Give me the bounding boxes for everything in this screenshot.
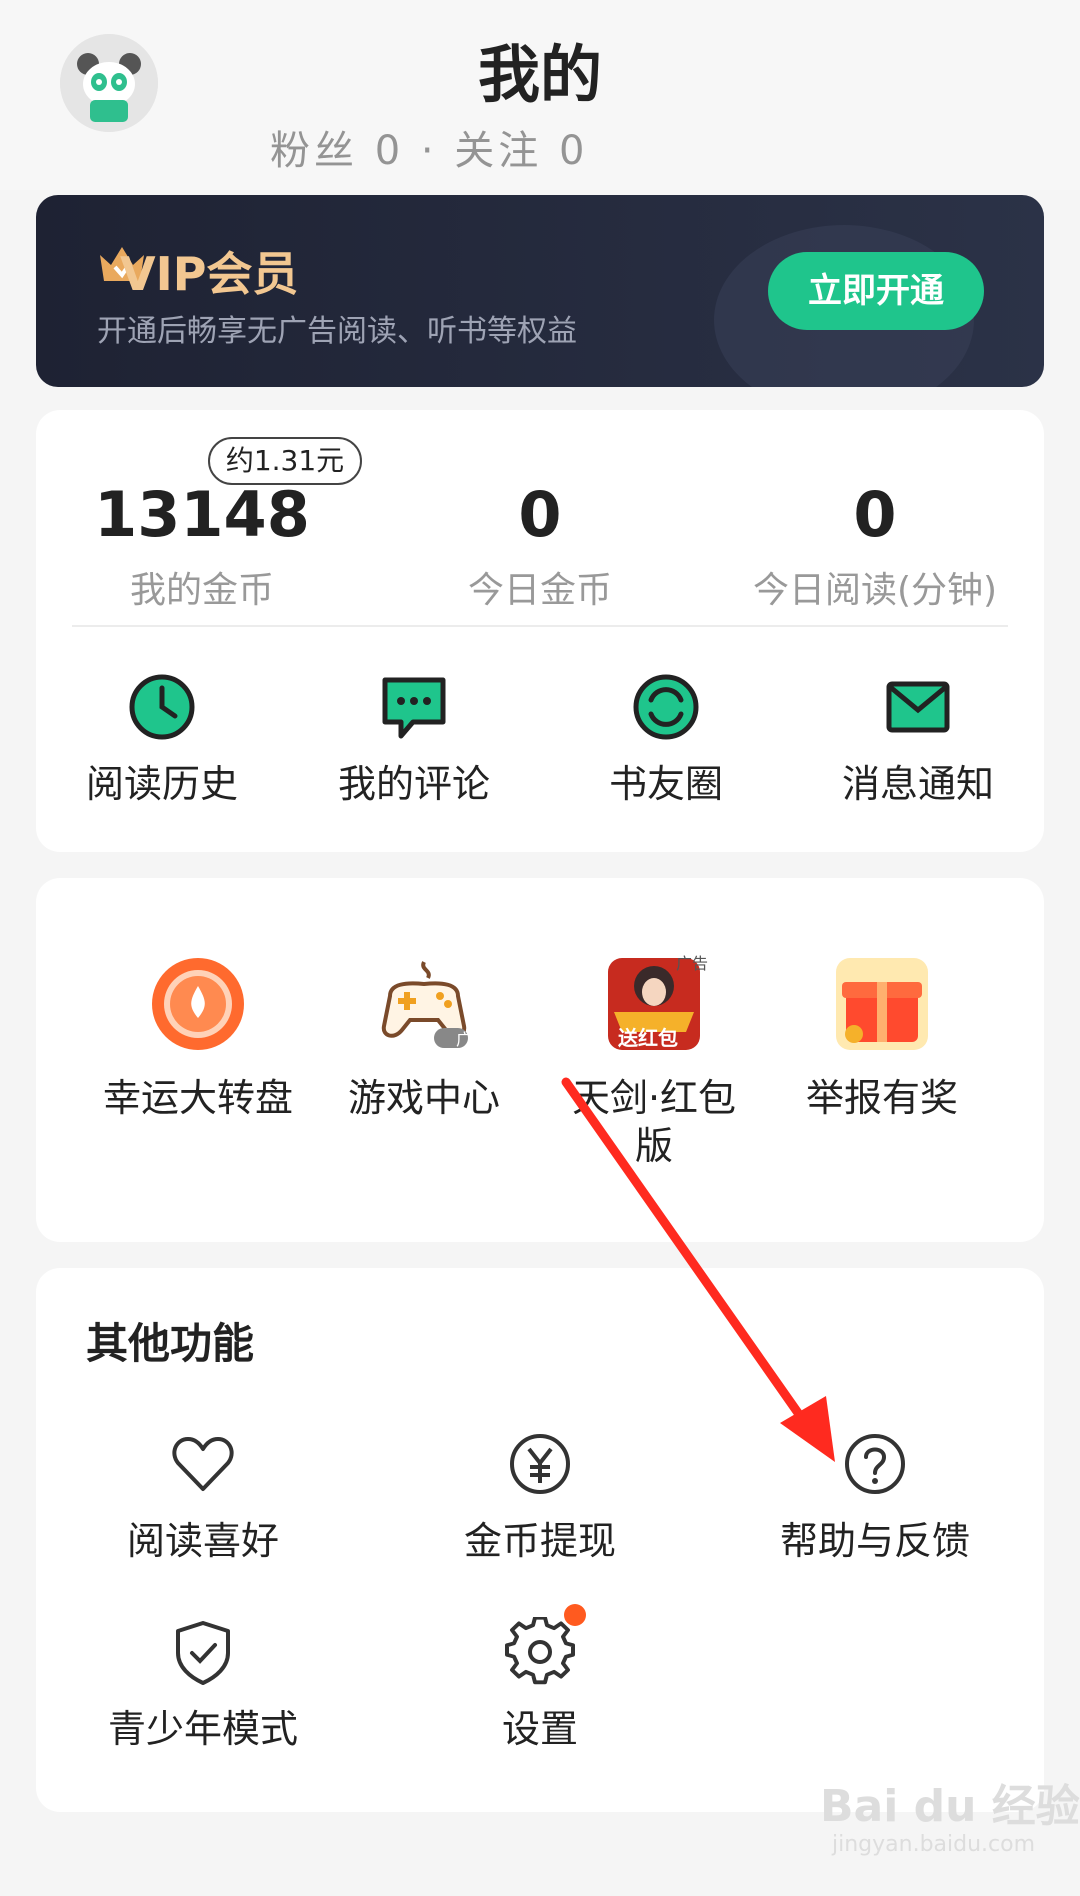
help-icon: [845, 1434, 905, 1494]
function-settings[interactable]: 设置: [410, 1617, 670, 1753]
vip-title: VIP会员: [120, 247, 299, 301]
ad-tag: 广告: [456, 1030, 489, 1049]
stat-today-coins[interactable]: 0 今日金币: [390, 478, 690, 613]
yen-icon: [510, 1434, 570, 1494]
shortcut-label: 消息通知: [841, 762, 994, 806]
watermark-url: jingyan.baidu.com: [832, 1832, 1036, 1857]
watermark-logo: Bai du 经验: [820, 1781, 1080, 1832]
promo-label: 举报有奖: [805, 1076, 958, 1120]
function-label: 设置: [501, 1707, 578, 1751]
wheel-icon: [152, 958, 244, 1050]
promo-report-reward[interactable]: 举报有奖: [752, 956, 1012, 1122]
shortcut-reading-history[interactable]: 阅读历史: [32, 672, 292, 808]
function-reading-preference[interactable]: 阅读喜好: [73, 1429, 333, 1565]
circle-icon: [633, 674, 699, 740]
shortcut-label: 书友圈: [608, 762, 723, 806]
function-teen-mode[interactable]: 青少年模式: [73, 1617, 333, 1753]
coin-value-tip: 约1.31元: [208, 437, 362, 485]
stat-value: 0: [853, 478, 897, 551]
stat-label: 今日阅读(分钟): [752, 570, 998, 611]
promo-label: 幸运大转盘: [102, 1076, 293, 1120]
stat-label: 今日金币: [467, 570, 612, 611]
divider: [72, 625, 1008, 627]
shortcut-label: 我的评论: [337, 762, 490, 806]
promo-tianjian-game[interactable]: 广告 送红包 天剑·红包版: [524, 954, 784, 1170]
mail-icon: [886, 681, 950, 733]
function-help-feedback[interactable]: 帮助与反馈: [745, 1429, 1005, 1565]
function-label: 阅读喜好: [126, 1519, 279, 1563]
gift-icon: [836, 958, 928, 1050]
promo-label: 天剑·红包版: [571, 1076, 737, 1168]
shortcut-book-friends[interactable]: 书友圈: [536, 672, 796, 808]
clock-icon: [129, 674, 195, 740]
function-label: 青少年模式: [107, 1707, 298, 1751]
follow-stats-text: 粉丝 0 · 关注 0: [270, 128, 589, 174]
stat-today-reading[interactable]: 0 今日阅读(分钟): [725, 478, 1025, 613]
stat-value: 0: [518, 478, 562, 551]
promo-overlay-text: 送红包: [618, 1026, 678, 1050]
comment-icon: [382, 677, 446, 739]
shield-icon: [176, 1621, 230, 1685]
function-label: 金币提现: [463, 1519, 616, 1563]
gear-icon: [505, 1617, 575, 1685]
function-label: 帮助与反馈: [779, 1519, 970, 1563]
stat-my-coins[interactable]: 13148 我的金币: [52, 478, 352, 613]
function-coin-withdraw[interactable]: 金币提现: [410, 1429, 670, 1565]
shortcut-notifications[interactable]: 消息通知: [788, 672, 1048, 808]
shortcut-my-comments[interactable]: 我的评论: [284, 672, 544, 808]
promo-label: 游戏中心: [347, 1076, 500, 1120]
section-title: 其他功能: [86, 1319, 255, 1368]
vip-activate-button[interactable]: 立即开通: [768, 252, 984, 330]
shortcut-label: 阅读历史: [85, 762, 238, 806]
page-title: 我的: [477, 38, 602, 111]
stat-value: 13148: [94, 478, 310, 551]
ad-tag: 广告: [676, 954, 709, 973]
vip-subtitle: 开通后畅享无广告阅读、听书等权益: [97, 314, 577, 349]
stat-label: 我的金币: [129, 570, 274, 611]
settings-notification-dot: [564, 1604, 586, 1626]
promo-game-center[interactable]: 广告 游戏中心: [294, 956, 554, 1122]
promo-lucky-wheel[interactable]: 幸运大转盘: [68, 956, 328, 1122]
heart-icon: [172, 1437, 234, 1491]
